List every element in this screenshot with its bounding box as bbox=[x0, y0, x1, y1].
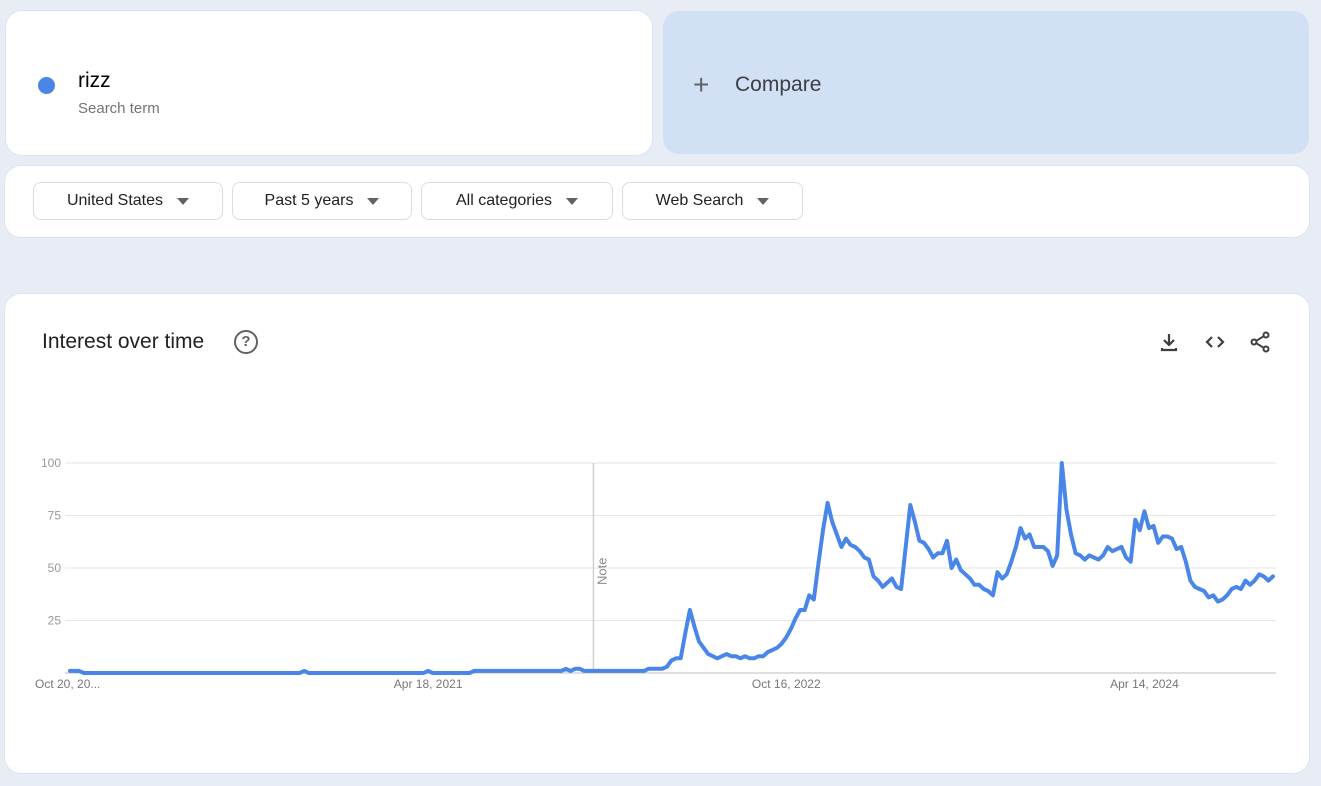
download-icon[interactable] bbox=[1157, 330, 1181, 354]
filter-location[interactable]: United States bbox=[33, 182, 223, 220]
filter-search-type-label: Web Search bbox=[655, 192, 744, 209]
plus-icon: + bbox=[693, 69, 710, 100]
filter-location-label: United States bbox=[66, 192, 164, 209]
compare-label: Compare bbox=[735, 73, 822, 96]
filter-category[interactable]: All categories bbox=[421, 182, 613, 220]
search-term-card[interactable]: rizz Search term bbox=[6, 11, 652, 155]
dropdown-arrow-icon bbox=[177, 197, 190, 205]
term-color-dot bbox=[38, 77, 55, 94]
help-circle-icon[interactable]: ? bbox=[234, 330, 258, 354]
filter-time-range[interactable]: Past 5 years bbox=[232, 182, 412, 220]
panel-title: Interest over time bbox=[42, 330, 205, 353]
filter-bar: United States Past 5 years All categorie… bbox=[5, 166, 1309, 237]
embed-code-icon[interactable] bbox=[1203, 330, 1227, 354]
interest-over-time-panel: Interest over time ? bbox=[5, 294, 1309, 773]
dropdown-arrow-icon bbox=[757, 197, 770, 205]
term-subtitle: Search term bbox=[78, 100, 160, 117]
compare-button[interactable]: + Compare bbox=[663, 11, 1309, 154]
filter-category-label: All categories bbox=[455, 192, 553, 209]
term-name[interactable]: rizz bbox=[78, 69, 111, 93]
filter-search-type[interactable]: Web Search bbox=[622, 182, 803, 220]
share-icon[interactable] bbox=[1248, 330, 1272, 354]
dropdown-arrow-icon bbox=[367, 197, 380, 205]
filter-time-range-label: Past 5 years bbox=[264, 192, 354, 209]
dropdown-arrow-icon bbox=[566, 197, 579, 205]
